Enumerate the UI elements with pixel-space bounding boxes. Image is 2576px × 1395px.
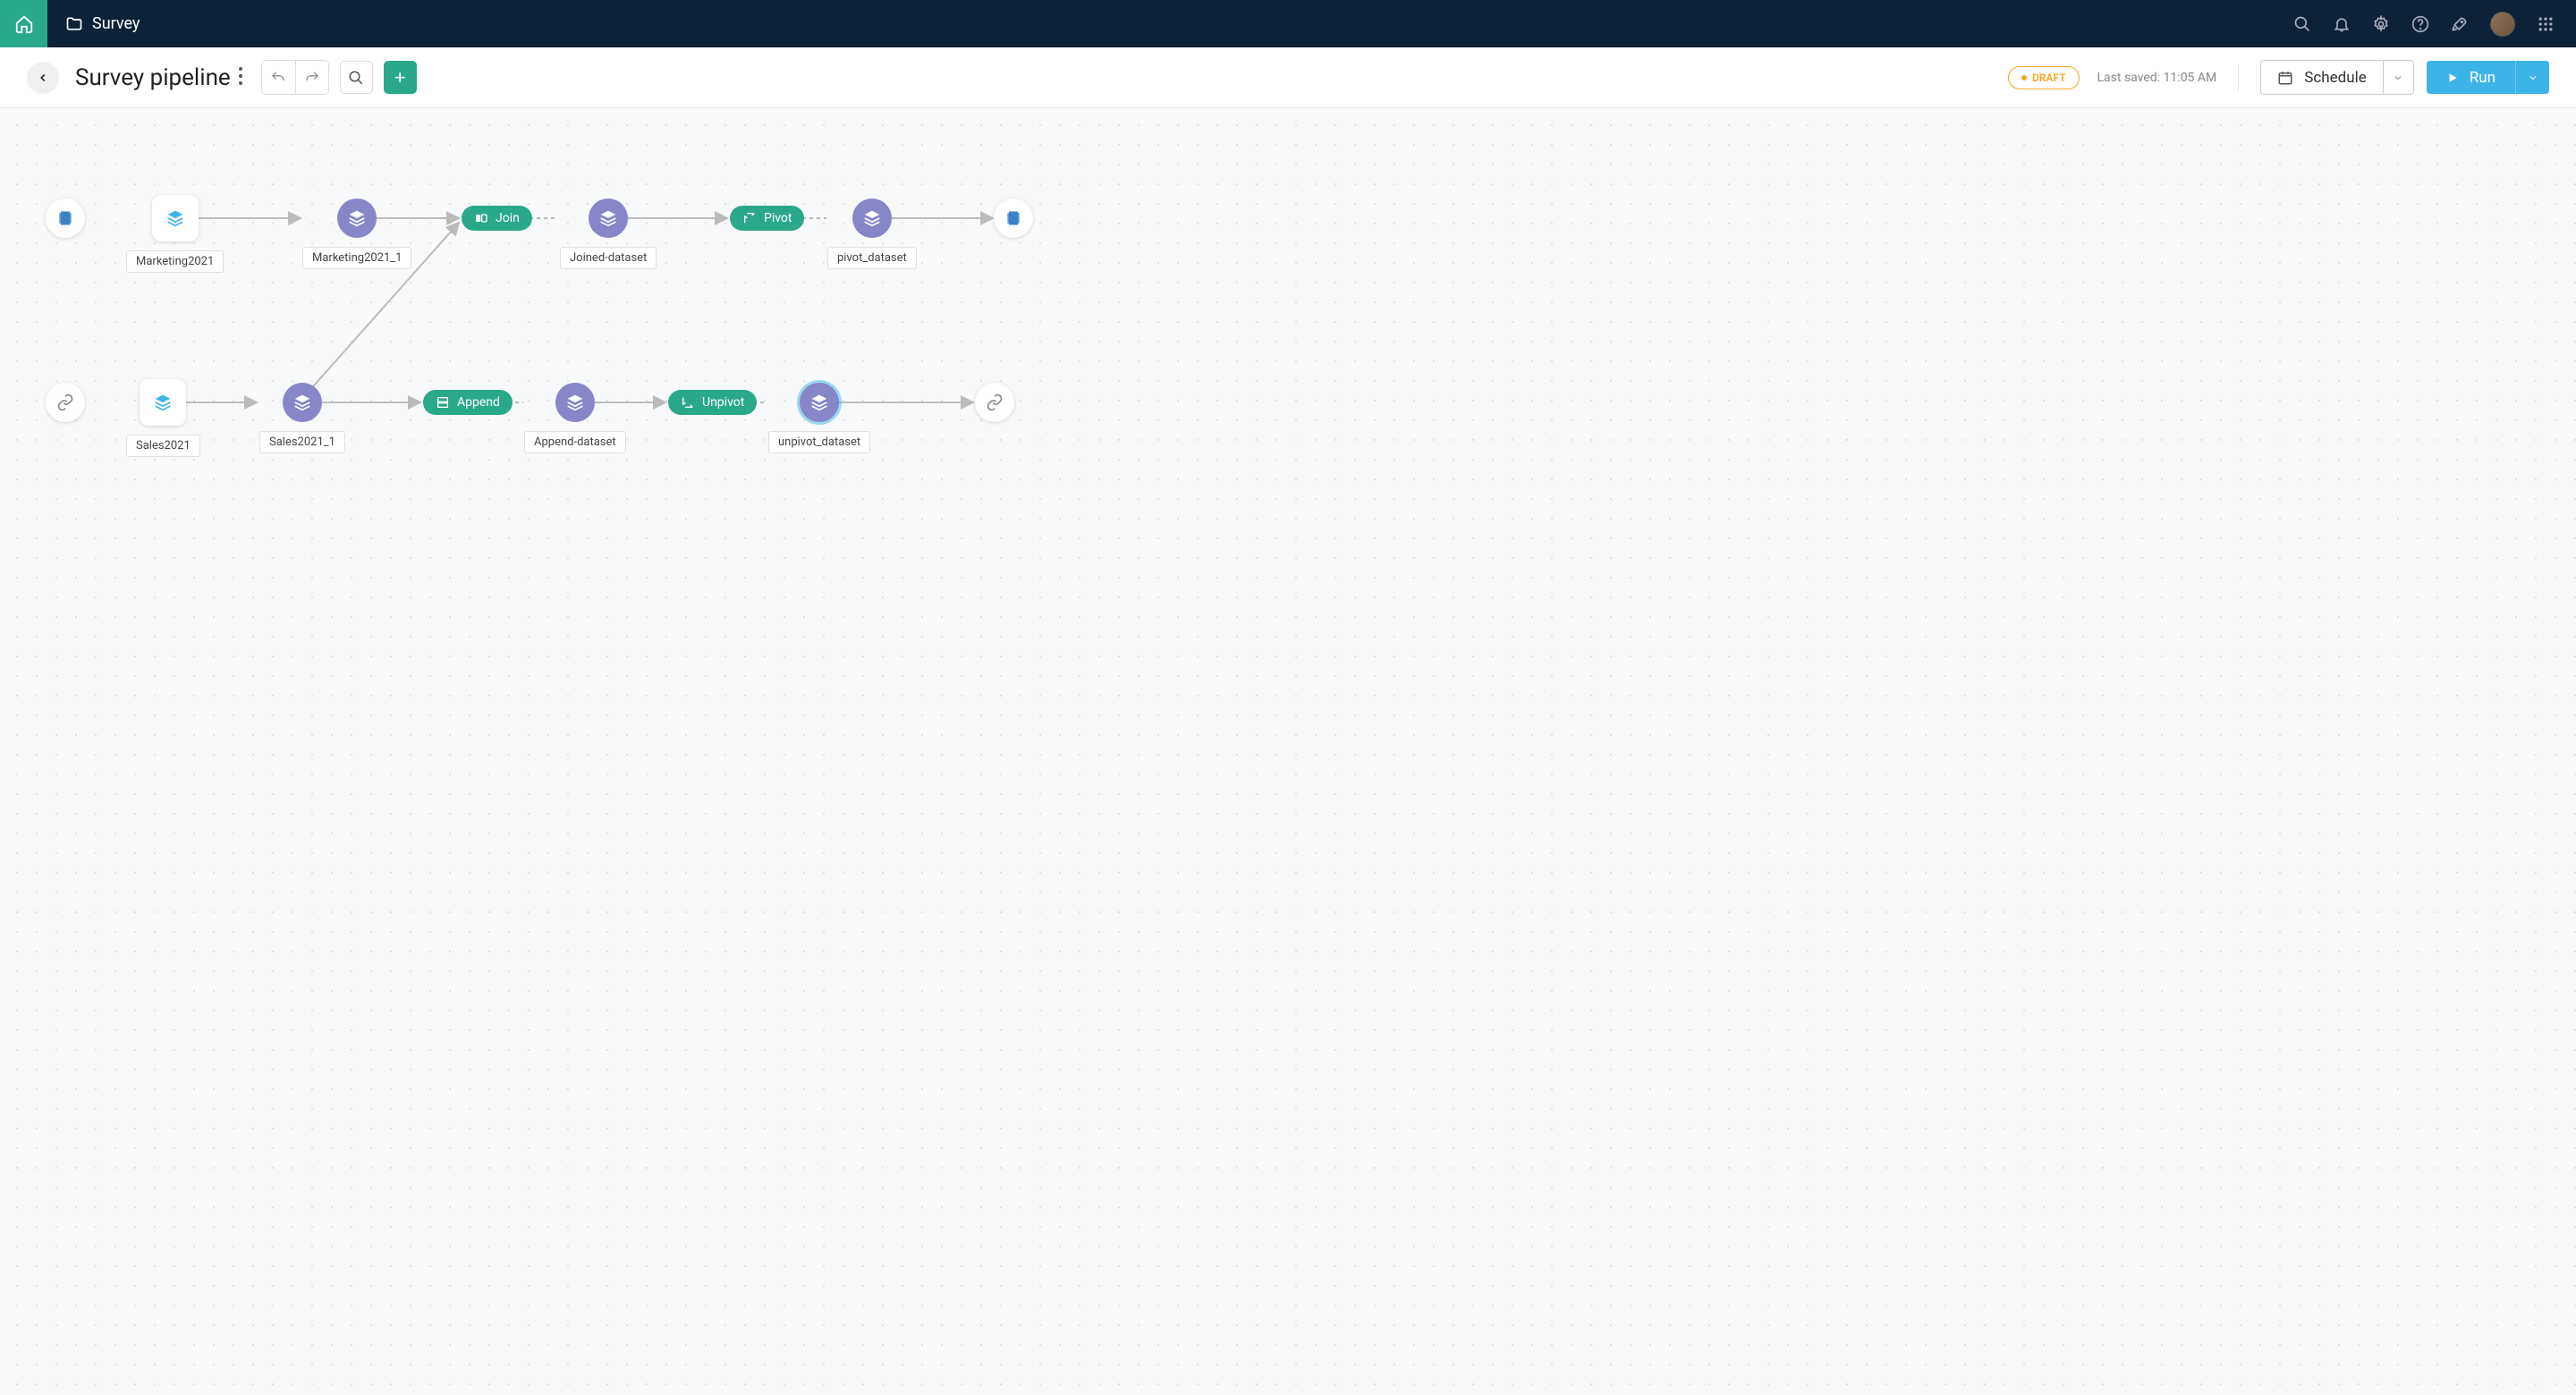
top-bar: Survey (0, 0, 2576, 47)
divider (2238, 64, 2239, 91)
calendar-icon (2277, 70, 2293, 86)
node-label: Marketing2021_1 (302, 247, 411, 269)
link-icon (56, 393, 74, 411)
node-label: Joined-dataset (560, 247, 657, 269)
node-label: Marketing2021 (126, 250, 224, 273)
chevron-down-icon (2528, 72, 2538, 83)
help-icon[interactable] (2411, 15, 2429, 33)
node-sales2021-1[interactable] (283, 383, 322, 422)
search-button[interactable] (340, 61, 373, 94)
run-dropdown[interactable] (2515, 61, 2549, 94)
op-pivot[interactable]: Pivot (730, 206, 804, 231)
run-label: Run (2470, 69, 2496, 87)
layers-icon (599, 209, 617, 227)
page-title: Survey pipeline (75, 64, 231, 91)
canvas[interactable]: Marketing2021 Sales2021 Marketing2021_1 … (0, 108, 2576, 1395)
add-button[interactable]: + (384, 61, 417, 94)
rocket-icon[interactable] (2451, 15, 2469, 33)
apps-icon[interactable] (2537, 15, 2555, 33)
chevron-down-icon (2393, 72, 2403, 83)
more-icon[interactable] (238, 66, 243, 89)
join-icon (474, 211, 488, 225)
bell-icon[interactable] (2333, 15, 2351, 33)
undo-redo-group (261, 60, 329, 95)
op-label: Append (457, 395, 500, 410)
search-icon[interactable] (2293, 15, 2311, 33)
run-button[interactable]: Run (2427, 61, 2549, 94)
node-marketing2021-1[interactable] (337, 199, 377, 238)
layers-icon (166, 209, 184, 227)
op-label: Unpivot (702, 395, 744, 410)
op-label: Pivot (764, 211, 792, 225)
breadcrumb-project[interactable]: Survey (92, 14, 140, 33)
link-icon (986, 393, 1004, 411)
node-append-dataset[interactable] (555, 383, 595, 422)
play-icon (2446, 72, 2459, 84)
home-icon (14, 14, 34, 34)
node-label: Sales2021 (126, 435, 200, 457)
layers-icon (566, 393, 584, 411)
schedule-label: Schedule (2304, 69, 2366, 87)
database-icon (1004, 209, 1022, 227)
redo-button[interactable] (295, 61, 328, 94)
connections (0, 108, 2576, 1395)
top-icons (2272, 12, 2576, 37)
op-join[interactable]: Join (462, 206, 532, 231)
toolbar: Survey pipeline + DRAFT Last saved: 11:0… (0, 47, 2576, 108)
node-storage-2[interactable] (46, 383, 85, 422)
status-badge: DRAFT (2008, 66, 2080, 89)
node-unpivot-dataset[interactable] (800, 383, 839, 422)
node-label: Append-dataset (524, 431, 626, 453)
unpivot-icon (681, 395, 695, 410)
breadcrumb: Survey (47, 14, 157, 33)
schedule-button[interactable]: Schedule (2260, 60, 2413, 95)
node-label: Sales2021_1 (259, 431, 345, 453)
back-button[interactable] (27, 62, 59, 94)
pivot-icon (742, 211, 757, 225)
append-icon (436, 395, 450, 410)
chevron-left-icon (37, 72, 49, 84)
plus-icon: + (394, 66, 406, 89)
layers-icon (154, 393, 172, 411)
layers-icon (348, 209, 366, 227)
search-icon (348, 70, 364, 86)
node-storage-1[interactable] (46, 199, 85, 238)
schedule-dropdown[interactable] (2383, 61, 2413, 94)
avatar[interactable] (2490, 12, 2515, 37)
folder-icon (65, 15, 83, 33)
node-sales2021[interactable] (140, 379, 186, 426)
node-marketing2021[interactable] (152, 195, 199, 241)
node-output-2[interactable] (975, 383, 1014, 422)
node-pivot-dataset[interactable] (852, 199, 892, 238)
op-unpivot[interactable]: Unpivot (668, 390, 757, 415)
undo-button[interactable] (262, 61, 295, 94)
last-saved: Last saved: 11:05 AM (2097, 71, 2217, 85)
layers-icon (810, 393, 828, 411)
layers-icon (293, 393, 311, 411)
node-label: pivot_dataset (827, 247, 917, 269)
node-joined-dataset[interactable] (589, 199, 628, 238)
home-button[interactable] (0, 0, 47, 47)
op-append[interactable]: Append (423, 390, 513, 415)
op-label: Join (496, 211, 520, 225)
node-output-1[interactable] (994, 199, 1033, 238)
database-icon (56, 209, 74, 227)
layers-icon (863, 209, 881, 227)
gear-icon[interactable] (2372, 15, 2390, 33)
node-label: unpivot_dataset (768, 431, 870, 453)
